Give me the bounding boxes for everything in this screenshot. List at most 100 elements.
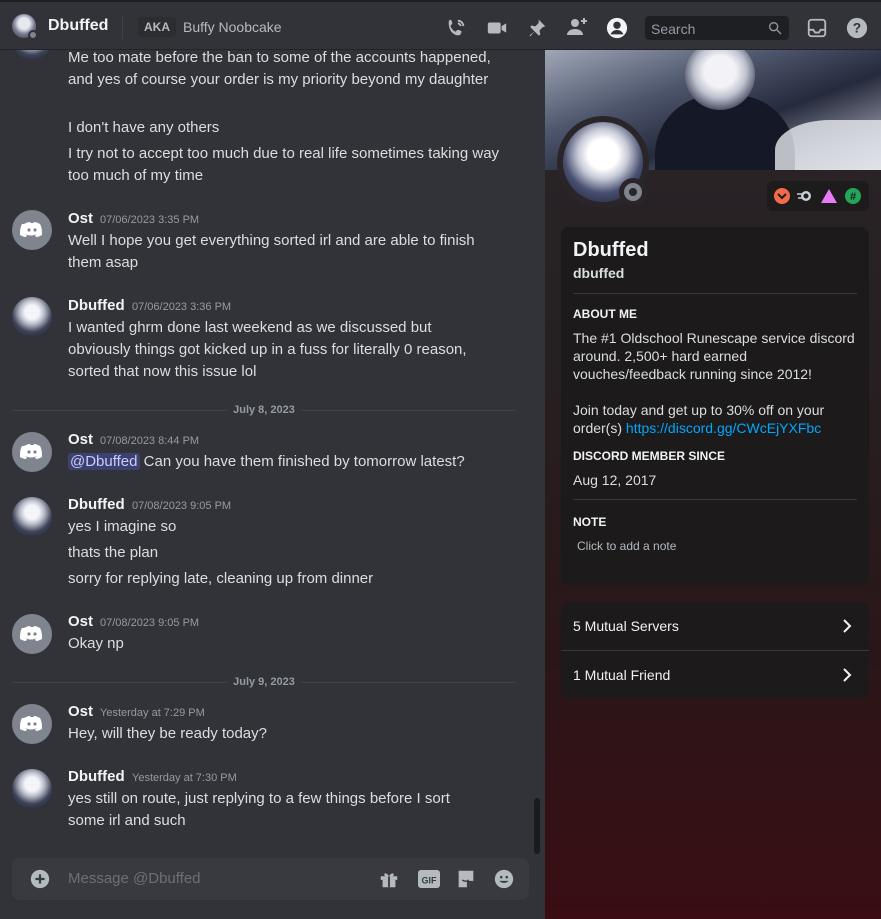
note-input[interactable]: Click to add a note	[577, 539, 676, 553]
message-author[interactable]: Ost	[68, 431, 93, 448]
message-author[interactable]: Ost	[68, 210, 93, 227]
gift-icon[interactable]	[377, 867, 401, 891]
avatar[interactable]	[12, 769, 52, 809]
inbox-icon[interactable]	[805, 16, 829, 40]
message-text: @Dbuffed Can you have them finished by t…	[68, 451, 508, 473]
search-icon	[769, 21, 782, 35]
about-me-text: The #1 Oldschool Runescape service disco…	[573, 330, 855, 382]
mutual-servers-label: 5 Mutual Servers	[573, 618, 679, 634]
speed-badge-icon[interactable]	[797, 188, 813, 204]
channel-title[interactable]: Dbuffed	[48, 17, 108, 35]
mutual-friends-row[interactable]: 1 Mutual Friend	[561, 651, 869, 699]
member-since-title: DISCORD MEMBER SINCE	[573, 449, 726, 463]
avatar[interactable]	[12, 497, 52, 537]
message-timestamp: Yesterday at 7:29 PM	[100, 707, 205, 719]
avatar[interactable]	[12, 50, 52, 60]
discord-logo-icon	[20, 222, 42, 237]
message-list: Me too mate before the ban to some of th…	[0, 50, 544, 919]
pin-icon[interactable]	[525, 16, 549, 40]
note-title: NOTE	[573, 515, 607, 529]
profile-badges: #	[767, 181, 869, 211]
chevron-right-icon	[843, 668, 852, 682]
video-call-icon[interactable]	[485, 16, 509, 40]
message-author[interactable]: Ost	[68, 703, 93, 720]
status-indicator	[624, 183, 642, 201]
message-text: I wanted ghrm done last weekend as we di…	[68, 319, 467, 380]
svg-text:?: ?	[853, 21, 861, 36]
status-indicator	[28, 30, 38, 40]
message-text-content: Can you have them finished by tomorrow l…	[143, 453, 465, 470]
user-mention[interactable]: @Dbuffed	[68, 453, 140, 470]
about-me-title: ABOUT ME	[573, 307, 637, 321]
discord-logo-icon	[20, 444, 42, 459]
message-text: I try not to accept too much due to real…	[68, 145, 500, 184]
svg-text:GIF: GIF	[422, 876, 438, 886]
discord-logo-icon	[20, 626, 42, 641]
avatar[interactable]	[12, 210, 52, 250]
aka-name: Buffy Noobcake	[183, 19, 282, 35]
discord-dm-window: Dbuffed AKA Buffy Noobcake Search ? Me t…	[0, 0, 881, 919]
help-icon[interactable]: ?	[845, 16, 869, 40]
member-since-date: Aug 12, 2017	[573, 472, 657, 488]
search-placeholder: Search	[651, 21, 696, 37]
message-text: sorry for replying late, cleaning up fro…	[68, 570, 374, 587]
message-timestamp: Yesterday at 7:30 PM	[132, 772, 237, 784]
message-timestamp: 07/06/2023 3:35 PM	[100, 214, 200, 226]
about-me-join: Join today and get up to 30% off on your…	[573, 401, 863, 437]
hashtag-badge-icon[interactable]: #	[845, 188, 861, 204]
discord-logo-icon	[20, 716, 42, 731]
profile-display-name: Dbuffed	[573, 239, 649, 261]
user-profile-icon[interactable]	[605, 16, 629, 40]
message-composer: GIF	[12, 858, 529, 900]
voice-call-icon[interactable]	[444, 16, 468, 40]
message-text: Okay np	[68, 635, 124, 652]
svg-text:#: #	[850, 191, 856, 203]
message-timestamp: 07/06/2023 3:36 PM	[132, 301, 232, 313]
aka-badge: AKA	[138, 17, 176, 37]
top-bar: Dbuffed AKA Buffy Noobcake Search ?	[0, 0, 881, 50]
hypesquad-badge-icon[interactable]	[774, 188, 790, 204]
message-text: I don't have any others	[68, 119, 220, 136]
message-author[interactable]: Dbuffed	[68, 297, 125, 314]
message-text: yes I imagine so	[68, 518, 177, 535]
message-author[interactable]: Dbuffed	[68, 496, 125, 513]
message-timestamp: 07/08/2023 9:05 PM	[100, 617, 200, 629]
message-text: yes still on route, just replying to a f…	[68, 790, 450, 829]
message-timestamp: 07/08/2023 8:44 PM	[100, 435, 200, 447]
mutual-friends-label: 1 Mutual Friend	[573, 667, 671, 683]
mutuals-section: 5 Mutual Servers 1 Mutual Friend	[561, 602, 869, 699]
user-profile-panel: # Dbuffed dbuffed ABOUT ME The #1 Oldsch…	[545, 50, 881, 919]
message-text: Me too mate before the ban to some of th…	[68, 50, 491, 88]
message-text: Well I hope you get everything sorted ir…	[68, 232, 475, 271]
mutual-servers-row[interactable]: 5 Mutual Servers	[561, 602, 869, 650]
divider	[573, 499, 857, 500]
message-text: thats the plan	[68, 544, 159, 561]
message-author[interactable]: Dbuffed	[68, 768, 125, 785]
date-separator: July 8, 2023	[12, 404, 516, 416]
profile-username: dbuffed	[573, 265, 625, 281]
sticker-icon[interactable]	[454, 867, 478, 891]
emoji-icon[interactable]	[492, 867, 516, 891]
gif-icon[interactable]: GIF	[417, 867, 441, 891]
add-attachment-icon[interactable]	[28, 867, 52, 891]
avatar[interactable]	[12, 704, 52, 744]
search-box[interactable]: Search	[645, 16, 789, 40]
scrollbar-thumb[interactable]	[534, 798, 540, 854]
nitro-triangle-badge-icon[interactable]	[820, 188, 837, 204]
chevron-right-icon	[843, 619, 852, 633]
avatar[interactable]	[12, 614, 52, 654]
invite-link[interactable]: https://discord.gg/CWcEjYXFbc	[626, 420, 821, 436]
date-separator-label: July 8, 2023	[227, 404, 301, 416]
message-text: Hey, will they be ready today?	[68, 725, 267, 742]
message-input[interactable]	[68, 870, 348, 887]
avatar[interactable]	[12, 432, 52, 472]
date-separator-label: July 9, 2023	[227, 676, 301, 688]
divider	[573, 293, 857, 294]
date-separator: July 9, 2023	[12, 676, 516, 688]
avatar[interactable]	[12, 297, 52, 337]
divider	[122, 15, 123, 39]
add-friend-icon[interactable]	[565, 15, 589, 39]
profile-card: Dbuffed dbuffed ABOUT ME The #1 Oldschoo…	[561, 227, 869, 585]
message-author[interactable]: Ost	[68, 613, 93, 630]
message-timestamp: 07/08/2023 9:05 PM	[132, 500, 232, 512]
